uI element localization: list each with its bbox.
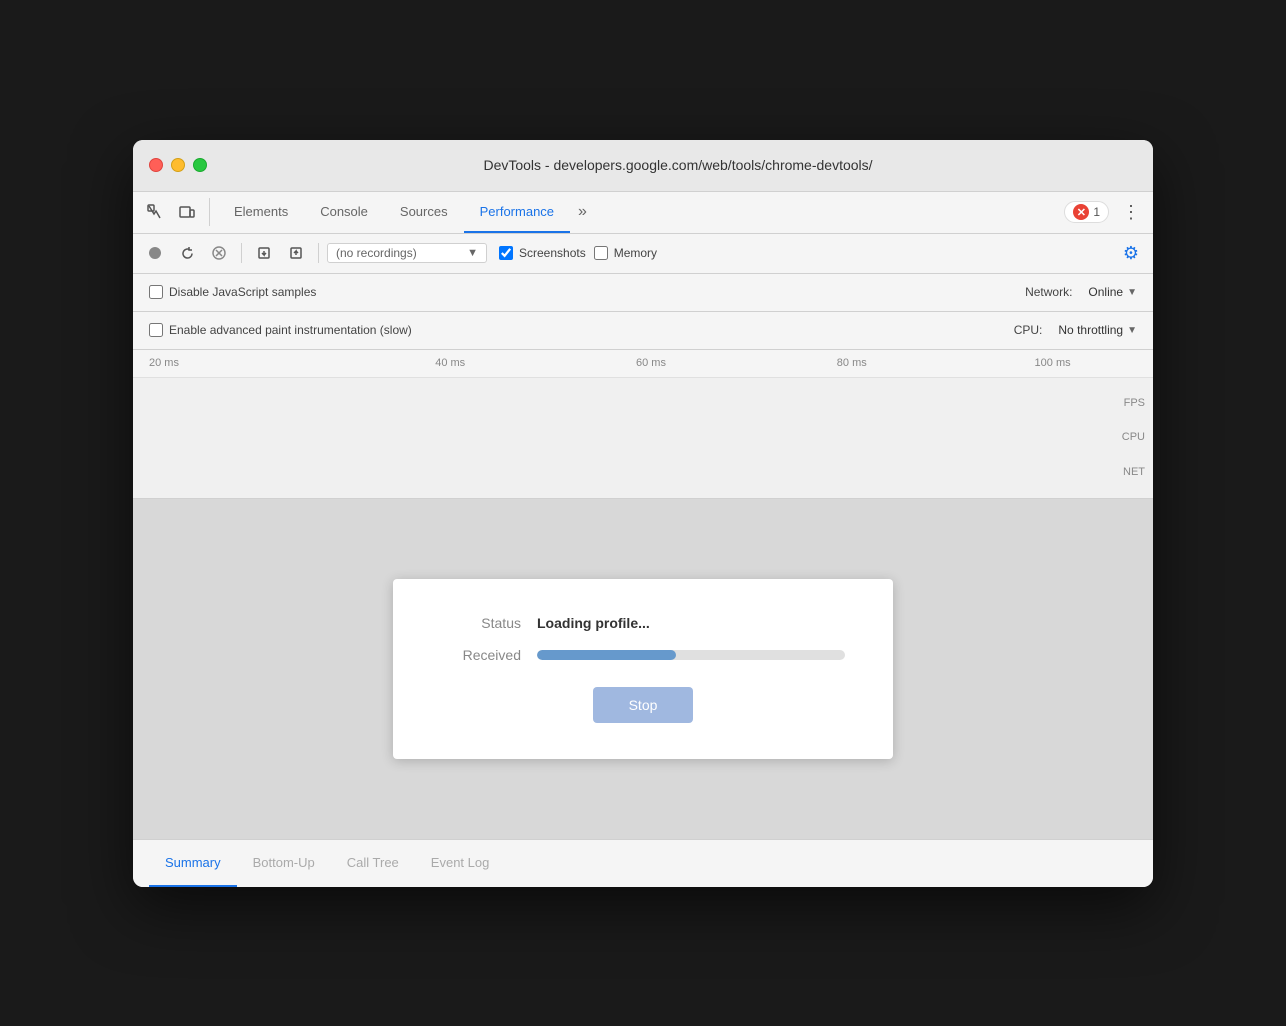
cpu-setting: CPU: No throttling ▼ [1014,323,1137,337]
device-toggle-icon[interactable] [173,198,201,226]
toolbar-divider-2 [318,243,319,263]
screenshots-checkbox-label[interactable]: Screenshots [499,246,586,260]
reload-button[interactable] [173,239,201,267]
bottom-tab-call-tree[interactable]: Call Tree [331,839,415,887]
cpu-select-arrow: ▼ [1127,325,1137,336]
progress-bar-fill [537,650,676,660]
select-arrow-icon: ▼ [467,247,478,259]
record-button[interactable] [141,239,169,267]
enable-paint-checkbox[interactable] [149,323,163,337]
tab-elements[interactable]: Elements [218,191,304,233]
main-content: Status Loading profile... Received Stop [133,499,1153,839]
traffic-lights [149,158,207,172]
settings-row-1: Disable JavaScript samples Network: Onli… [133,274,1153,312]
maximize-button[interactable] [193,158,207,172]
network-select-arrow: ▼ [1127,287,1137,298]
tab-right-area: ✕ 1 ⋮ [1064,198,1145,226]
devtools-window: DevTools - developers.google.com/web/too… [133,140,1153,887]
ruler-tick-100: 100 ms [952,357,1153,369]
clear-button[interactable] [205,239,233,267]
enable-paint-label[interactable]: Enable advanced paint instrumentation (s… [149,323,412,337]
screenshots-label: Screenshots [519,246,586,260]
bottom-tab-summary[interactable]: Summary [149,839,237,887]
network-setting: Network: Online ▼ [1025,285,1137,299]
screenshots-checkbox[interactable] [499,246,513,260]
loading-dialog: Status Loading profile... Received Stop [393,579,893,759]
received-label: Received [441,647,521,663]
error-icon: ✕ [1073,204,1089,220]
network-label: Network: [1025,285,1072,299]
tab-icon-group [141,198,210,226]
window-title: DevTools - developers.google.com/web/too… [219,157,1137,173]
enable-paint-text: Enable advanced paint instrumentation (s… [169,323,412,337]
memory-checkbox-label[interactable]: Memory [594,246,657,260]
recording-placeholder: (no recordings) [336,246,417,260]
network-select[interactable]: Online ▼ [1088,285,1137,299]
bottom-tab-event-log[interactable]: Event Log [415,839,506,887]
settings-gear-button[interactable]: ⚙ [1117,239,1145,267]
bottom-tabs: Summary Bottom-Up Call Tree Event Log [133,839,1153,887]
ruler-labels: 20 ms 40 ms 60 ms 80 ms 100 ms [141,357,1153,369]
main-tabs: Elements Console Sources Performance » [218,191,595,233]
network-value: Online [1088,285,1123,299]
tab-more-button[interactable]: » [570,191,595,233]
cpu-value: No throttling [1058,323,1123,337]
timeline-area: 20 ms 40 ms 60 ms 80 ms 100 ms FPS CPU N… [133,350,1153,499]
tab-performance[interactable]: Performance [464,191,570,233]
screenshots-area: Screenshots Memory [499,246,657,260]
ruler-tick-60: 60 ms [551,357,752,369]
cpu-track-label: CPU [1122,431,1145,443]
tab-bar: Elements Console Sources Performance » ✕… [133,192,1153,234]
disable-js-samples-label[interactable]: Disable JavaScript samples [149,285,316,299]
toolbar-divider-1 [241,243,242,263]
performance-toolbar: (no recordings) ▼ Screenshots Memory ⚙ [133,234,1153,274]
ruler-tick-40: 40 ms [350,357,551,369]
net-label: NET [1122,466,1145,478]
save-profile-button[interactable] [282,239,310,267]
ruler-tick-20: 20 ms [149,357,350,369]
timeline-tracks[interactable]: FPS CPU NET [133,378,1153,498]
status-value: Loading profile... [537,615,650,631]
load-profile-button[interactable] [250,239,278,267]
progress-bar-container [537,650,845,660]
settings-row-2: Enable advanced paint instrumentation (s… [133,312,1153,350]
memory-label: Memory [614,246,657,260]
memory-checkbox[interactable] [594,246,608,260]
timeline-ruler: 20 ms 40 ms 60 ms 80 ms 100 ms [133,350,1153,378]
ruler-tick-80: 80 ms [751,357,952,369]
devtools-more-button[interactable]: ⋮ [1117,198,1145,226]
error-badge[interactable]: ✕ 1 [1064,201,1109,223]
disable-js-samples-text: Disable JavaScript samples [169,285,316,299]
track-labels: FPS CPU NET [1122,378,1145,498]
stop-button[interactable]: Stop [593,687,694,723]
bottom-tab-bottom-up[interactable]: Bottom-Up [237,839,331,887]
inspect-icon[interactable] [141,198,169,226]
status-label: Status [441,615,521,631]
status-row: Status Loading profile... [441,615,845,631]
recording-select[interactable]: (no recordings) ▼ [327,243,487,263]
error-count: 1 [1093,205,1100,219]
disable-js-samples-checkbox[interactable] [149,285,163,299]
close-button[interactable] [149,158,163,172]
received-row: Received [441,647,845,663]
minimize-button[interactable] [171,158,185,172]
tab-sources[interactable]: Sources [384,191,464,233]
title-bar: DevTools - developers.google.com/web/too… [133,140,1153,192]
cpu-label: CPU: [1014,323,1043,337]
tab-console[interactable]: Console [304,191,384,233]
fps-label: FPS [1122,397,1145,409]
cpu-select[interactable]: No throttling ▼ [1058,323,1137,337]
